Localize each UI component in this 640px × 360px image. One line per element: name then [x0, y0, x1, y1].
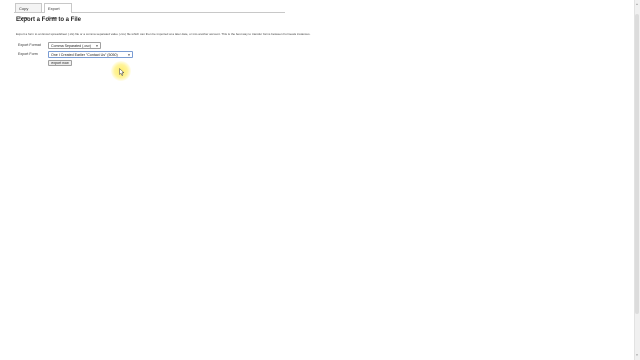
export-form-label: Export Form — [18, 52, 38, 56]
export-now-button[interactable]: export now — [48, 60, 72, 66]
mouse-pointer-icon — [119, 68, 125, 76]
tab-export-form[interactable]: Export Form — [44, 3, 72, 20]
scrollbar-thumb[interactable] — [635, 14, 639, 314]
export-format-select[interactable]: Comma Separated (.csv) ▼ — [48, 42, 101, 49]
tab-bar: Copy Form Export Form — [14, 2, 285, 20]
export-form-value: One I Created Earlier "Contact Us" (5050… — [51, 53, 118, 57]
tab-copy-form[interactable]: Copy Form — [15, 3, 42, 20]
scroll-down-icon[interactable]: ▼ — [635, 353, 639, 358]
page-description: Export a form to an Excel spreadsheet (.… — [16, 32, 311, 36]
export-format-value: Comma Separated (.csv) — [51, 44, 91, 48]
export-format-label: Export Format — [18, 43, 41, 47]
export-form-page: Copy Form Export Form Export a Form to a… — [0, 0, 640, 360]
chevron-down-icon: ▼ — [95, 44, 99, 48]
scroll-up-icon[interactable]: ▲ — [635, 2, 639, 7]
page-title: Export a Form to a File — [16, 17, 82, 23]
vertical-scrollbar[interactable]: ▲ ▼ — [634, 0, 640, 360]
export-form-select[interactable]: One I Created Earlier "Contact Us" (5050… — [48, 51, 133, 58]
chevron-down-icon: ▼ — [127, 53, 131, 57]
